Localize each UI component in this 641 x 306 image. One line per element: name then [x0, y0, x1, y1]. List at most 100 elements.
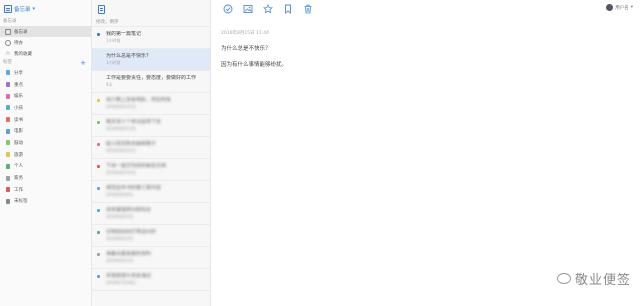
add-tag-icon[interactable]: +: [80, 59, 86, 67]
note-body[interactable]: 因为有什么事情能够纷扰。: [221, 60, 287, 68]
note-item-title: 周末整理房间和阳台: [106, 207, 152, 213]
note-item-title: 每天背十个单词坚持下去: [106, 119, 162, 125]
tag-marker-icon: [97, 165, 100, 168]
section-memo-label: 备忘录: [3, 19, 17, 24]
note-list-item[interactable]: 准备出差需要的资料 2016年8月1日: [92, 247, 210, 269]
note-item-title: 年底旅游计划去海边: [106, 273, 152, 279]
sidebar-item-label: 我的收藏: [14, 51, 32, 57]
sidebar-item-0[interactable]: 备忘录: [0, 26, 91, 37]
note-item-title: 准备出差需要的资料: [106, 251, 152, 257]
tag-color-icon: [6, 152, 10, 158]
note-item-title: 给小孩买新衣服和鞋子: [106, 141, 157, 147]
note-list-item[interactable]: 我的第一篇笔记 1小时前: [92, 27, 210, 49]
note-list: 修改，倒序 我的第一篇笔记 1小时前 为什么总是不快乐？ 1小时前 工作是要要责任，要态…: [92, 0, 211, 306]
tag-marker-icon: [97, 121, 100, 124]
note-item-date: 1小时前: [106, 38, 121, 43]
tag-label: 工作: [14, 187, 23, 193]
tag-label: 个人: [14, 164, 23, 170]
user-menu[interactable]: 用户名 ▾: [606, 4, 633, 11]
sidebar-tag-item[interactable]: 小孩: [0, 102, 91, 114]
note-item-date: 2016年8月8日: [106, 192, 134, 197]
note-list-item[interactable]: 给小孩买新衣服和鞋子 2016年8月12日: [92, 137, 210, 159]
sidebar-item-1[interactable]: 待办: [0, 37, 91, 48]
note-list-item[interactable]: 为什么总是不快乐？ 1小时前: [92, 49, 210, 71]
sidebar-tag-item[interactable]: 电影: [0, 125, 91, 137]
tag-label: 未标签: [14, 199, 28, 205]
tag-color-icon: [6, 198, 10, 204]
sidebar-tag-item[interactable]: 娱乐: [0, 90, 91, 102]
note-item-date: 2016年7月28日: [106, 280, 136, 285]
editor-toolbar: 用户名 ▾: [211, 0, 641, 18]
sidebar-item-label: 备忘录: [14, 29, 28, 35]
note-list-item[interactable]: 年底旅游计划去海边 2016年7月28日: [92, 269, 210, 291]
note-item-date: 2016年8月12日: [106, 148, 136, 153]
sidebar-item-2[interactable]: ☆ 我的收藏: [0, 48, 91, 59]
sidebar-tag-item[interactable]: 工作: [0, 184, 91, 196]
sidebar-item-label: 待办: [14, 40, 23, 46]
sidebar-tag-item[interactable]: 读书: [0, 114, 91, 126]
image-icon[interactable]: [243, 4, 253, 14]
note-list-item[interactable]: 读完这本书的第三章内容 2016年8月8日: [92, 181, 210, 203]
star-icon[interactable]: [263, 4, 273, 14]
sidebar-tag-item[interactable]: 家务: [0, 172, 91, 184]
note-list-item[interactable]: 工作是要要责任，要态度，要做好的工作 4天: [92, 71, 210, 93]
sidebar-tag-item[interactable]: 未标签: [0, 196, 91, 208]
note-item-date: 2016年8月15日: [106, 104, 136, 109]
tag-color-icon: [6, 128, 10, 134]
sidebar: 备忘录 ▾ 备忘录 备忘录 待办 ☆ 我的收藏 标签 + 分享 重点 娱乐 小孩 读书 电影 鼓动…: [0, 0, 92, 306]
note-item-title: 记得给妈妈打电话问好: [106, 229, 157, 235]
note-title[interactable]: 为什么总是不快乐？: [221, 44, 271, 52]
note-list-item[interactable]: 周末整理房间和阳台 2016年8月5日: [92, 203, 210, 225]
tag-color-icon: [6, 105, 10, 111]
avatar: [606, 4, 614, 11]
tag-color-icon: [6, 187, 10, 193]
note-item-date: 4天: [106, 82, 113, 87]
tag-label: 分享: [14, 70, 23, 76]
sidebar-tag-item[interactable]: 个人: [0, 161, 91, 173]
chevron-down-icon: ▾: [32, 6, 36, 12]
watermark: 敬业便签: [556, 269, 631, 288]
tag-label: 小孩: [14, 105, 23, 111]
note-list-item[interactable]: 记得给妈妈打电话问好 2016年8月3日: [92, 225, 210, 247]
sidebar-tag-item[interactable]: 分享: [0, 67, 91, 79]
note-item-title: 下周一提交项目的报告文档: [106, 163, 167, 169]
tag-marker-icon: [97, 187, 100, 190]
trash-icon[interactable]: [303, 4, 313, 14]
note-item-title: 读完这本书的第三章内容: [106, 185, 162, 191]
tag-label: 电影: [14, 129, 23, 135]
notebook-switcher[interactable]: 备忘录 ▾: [0, 0, 91, 18]
note-item-date: 2016年8月10日: [106, 170, 136, 175]
note-item-date: 2016年8月5日: [106, 214, 134, 219]
note-item-title: 我的第一篇笔记: [106, 31, 142, 37]
tag-marker-icon: [97, 99, 100, 102]
tag-label: 家务: [14, 176, 23, 182]
wechat-logo-icon: [556, 273, 571, 284]
chevron-down-icon: ▾: [630, 5, 633, 10]
editor: 用户名 ▾ 2016年8月15日 11:44 为什么总是不快乐？ 因为有什么事情…: [211, 0, 641, 306]
tag-color-icon: [6, 175, 10, 181]
tag-color-icon: [6, 140, 10, 146]
note-item-date: 2016年8月3日: [106, 236, 134, 241]
note-list-item[interactable]: 每天背十个单词坚持下去 2016年8月13日: [92, 115, 210, 137]
tag-marker-icon: [97, 209, 100, 212]
notebook-icon: [4, 5, 12, 13]
note-item-title: 为什么总是不快乐？: [106, 53, 152, 59]
notebook-icon: [5, 28, 11, 35]
sidebar-tag-item[interactable]: 重点: [0, 79, 91, 91]
note-list-item[interactable]: 周六晚上去看电影，然后吃饭 2016年8月15日: [92, 93, 210, 115]
note-item-date: 1小时前: [106, 60, 121, 65]
sort-label[interactable]: 修改，倒序: [92, 18, 210, 27]
note-list-item[interactable]: 下周一提交项目的报告文档 2016年8月10日: [92, 159, 210, 181]
tag-label: 旅游: [14, 152, 23, 158]
sidebar-tag-item[interactable]: 旅游: [0, 149, 91, 161]
tag-label: 鼓动: [14, 140, 23, 146]
new-note-icon[interactable]: [98, 4, 105, 14]
section-tags-header: 标签 +: [0, 59, 91, 67]
check-circle-icon[interactable]: [223, 4, 233, 14]
note-date: 2016年8月15日 11:44: [221, 31, 269, 36]
star-icon: ☆: [5, 49, 11, 57]
bookmark-icon[interactable]: [283, 4, 293, 14]
tag-label: 娱乐: [14, 94, 23, 100]
sidebar-tag-item[interactable]: 鼓动: [0, 137, 91, 149]
note-item-title: 周六晚上去看电影，然后吃饭: [106, 97, 172, 103]
